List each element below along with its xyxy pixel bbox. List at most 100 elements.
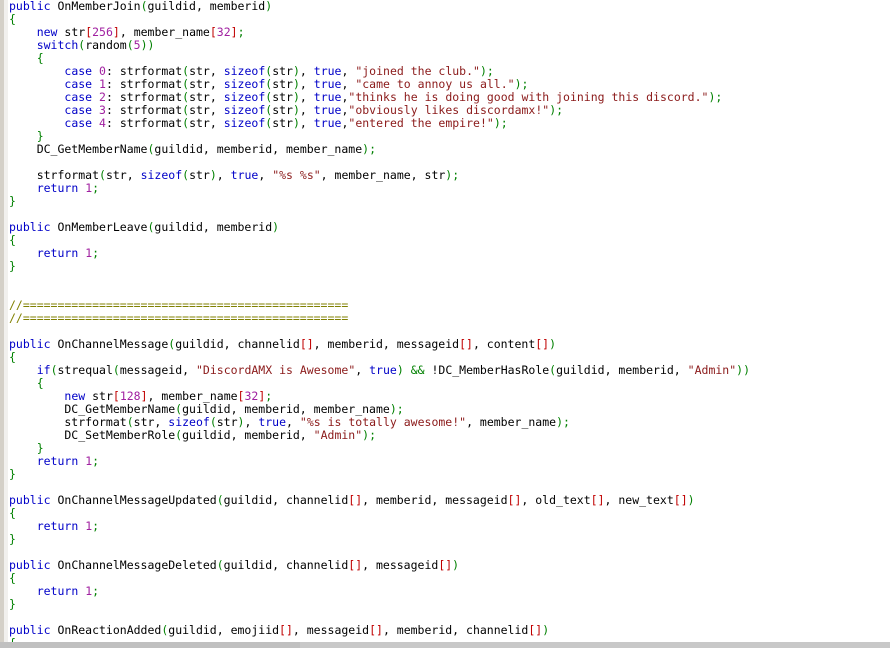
code-token: , messageid <box>362 558 439 572</box>
code-token: guildid, memberid <box>147 0 266 13</box>
code-token: true <box>313 90 342 104</box>
code-token: OnReactionAdded <box>50 623 162 637</box>
code-token: str, <box>133 415 169 429</box>
horizontal-scrollbar[interactable] <box>0 642 890 648</box>
code-token: str, <box>189 90 224 104</box>
code-token: guildid, memberid, member_name <box>154 142 363 156</box>
code-token: , <box>299 77 314 91</box>
code-token: ; <box>92 246 100 260</box>
code-token: 32 <box>244 389 259 403</box>
code-token: ; <box>92 454 100 468</box>
code-token: "DiscordAMX is Awesome" <box>196 363 356 377</box>
code-token: 0 <box>99 64 106 78</box>
code-token: str, <box>189 103 224 117</box>
code-token: ; <box>486 64 494 78</box>
code-token: ) <box>147 38 155 52</box>
code-line: public OnMemberLeave(guildid, memberid) <box>9 221 890 234</box>
code-token: [] <box>348 558 363 572</box>
code-token: guildid, memberid, <box>556 363 688 377</box>
code-token: true <box>369 363 397 377</box>
code-token: 256 <box>92 25 113 39</box>
code-token: str, <box>105 168 141 182</box>
code-token: guildid, channelid <box>223 558 349 572</box>
code-token: { <box>9 571 16 585</box>
code-token: DC_GetMemberName <box>9 402 176 416</box>
code-token: OnChannelMessage <box>50 337 169 351</box>
code-token: } <box>36 441 44 455</box>
code-token: 5 <box>133 38 141 52</box>
code-token: strformat <box>9 168 100 182</box>
code-token: case <box>64 77 93 91</box>
code-token: , <box>299 103 314 117</box>
code-token: if <box>36 363 51 377</box>
code-text-area[interactable]: public OnMemberJoin(guildid, memberid){ … <box>9 0 890 642</box>
code-token: "Admin" <box>687 363 737 377</box>
code-token: messageid, <box>119 363 196 377</box>
code-token: [] <box>528 623 543 637</box>
code-token: { <box>36 51 44 65</box>
code-line: switch(random(5)) <box>9 39 890 52</box>
code-token: [] <box>590 493 605 507</box>
code-line: { <box>9 572 890 585</box>
code-token: str <box>57 25 86 39</box>
code-line: } <box>9 442 890 455</box>
code-token: 4 <box>99 116 106 130</box>
code-token: : strformat <box>105 116 183 130</box>
code-token: true <box>258 415 287 429</box>
code-editor[interactable]: public OnMemberJoin(guildid, memberid){ … <box>0 0 890 648</box>
code-line: return 1; <box>9 247 890 260</box>
code-line: return 1; <box>9 182 890 195</box>
code-token: ; <box>715 90 723 104</box>
code-token: ) <box>265 0 273 13</box>
code-token: 1 <box>99 77 106 91</box>
code-token: OnChannelMessageUpdated <box>50 493 217 507</box>
code-line: public OnMemberJoin(guildid, memberid) <box>9 0 890 13</box>
code-token: 2 <box>99 90 106 104</box>
horizontal-scrollbar-thumb[interactable] <box>0 642 300 648</box>
code-token: ] <box>112 25 120 39</box>
code-token: str <box>272 64 293 78</box>
code-token: "entered the empire!" <box>348 116 494 130</box>
code-token: , content <box>472 337 536 351</box>
code-token: ( <box>99 168 106 182</box>
code-line: } <box>9 533 890 546</box>
code-token: [] <box>438 558 453 572</box>
code-token: ) <box>479 64 487 78</box>
code-token: new <box>36 25 58 39</box>
code-token: , messageid <box>292 623 370 637</box>
code-token: : strformat <box>105 64 183 78</box>
code-token: 32 <box>216 25 231 39</box>
code-token: { <box>9 233 16 247</box>
code-token: [] <box>279 623 293 637</box>
code-token: guildid, channelid <box>223 493 349 507</box>
code-token: , <box>258 168 273 182</box>
code-token: , member_name, str <box>320 168 446 182</box>
code-token: ) <box>556 415 564 429</box>
code-token: , member_name <box>466 415 557 429</box>
code-token: [ <box>209 25 217 39</box>
code-token: } <box>36 129 44 143</box>
code-token: case <box>64 103 93 117</box>
code-token: return <box>36 181 79 195</box>
code-token: ( <box>216 493 224 507</box>
code-token: str <box>189 168 210 182</box>
code-token: str <box>272 77 293 91</box>
code-token: ) <box>272 220 280 234</box>
code-token: str, <box>189 77 224 91</box>
code-line: case 4: strformat(str, sizeof(str), true… <box>9 117 890 130</box>
code-token: guildid, memberid, member_name <box>182 402 390 416</box>
code-token: : strformat <box>105 103 183 117</box>
code-token: case <box>64 64 93 78</box>
code-line: { <box>9 234 890 247</box>
